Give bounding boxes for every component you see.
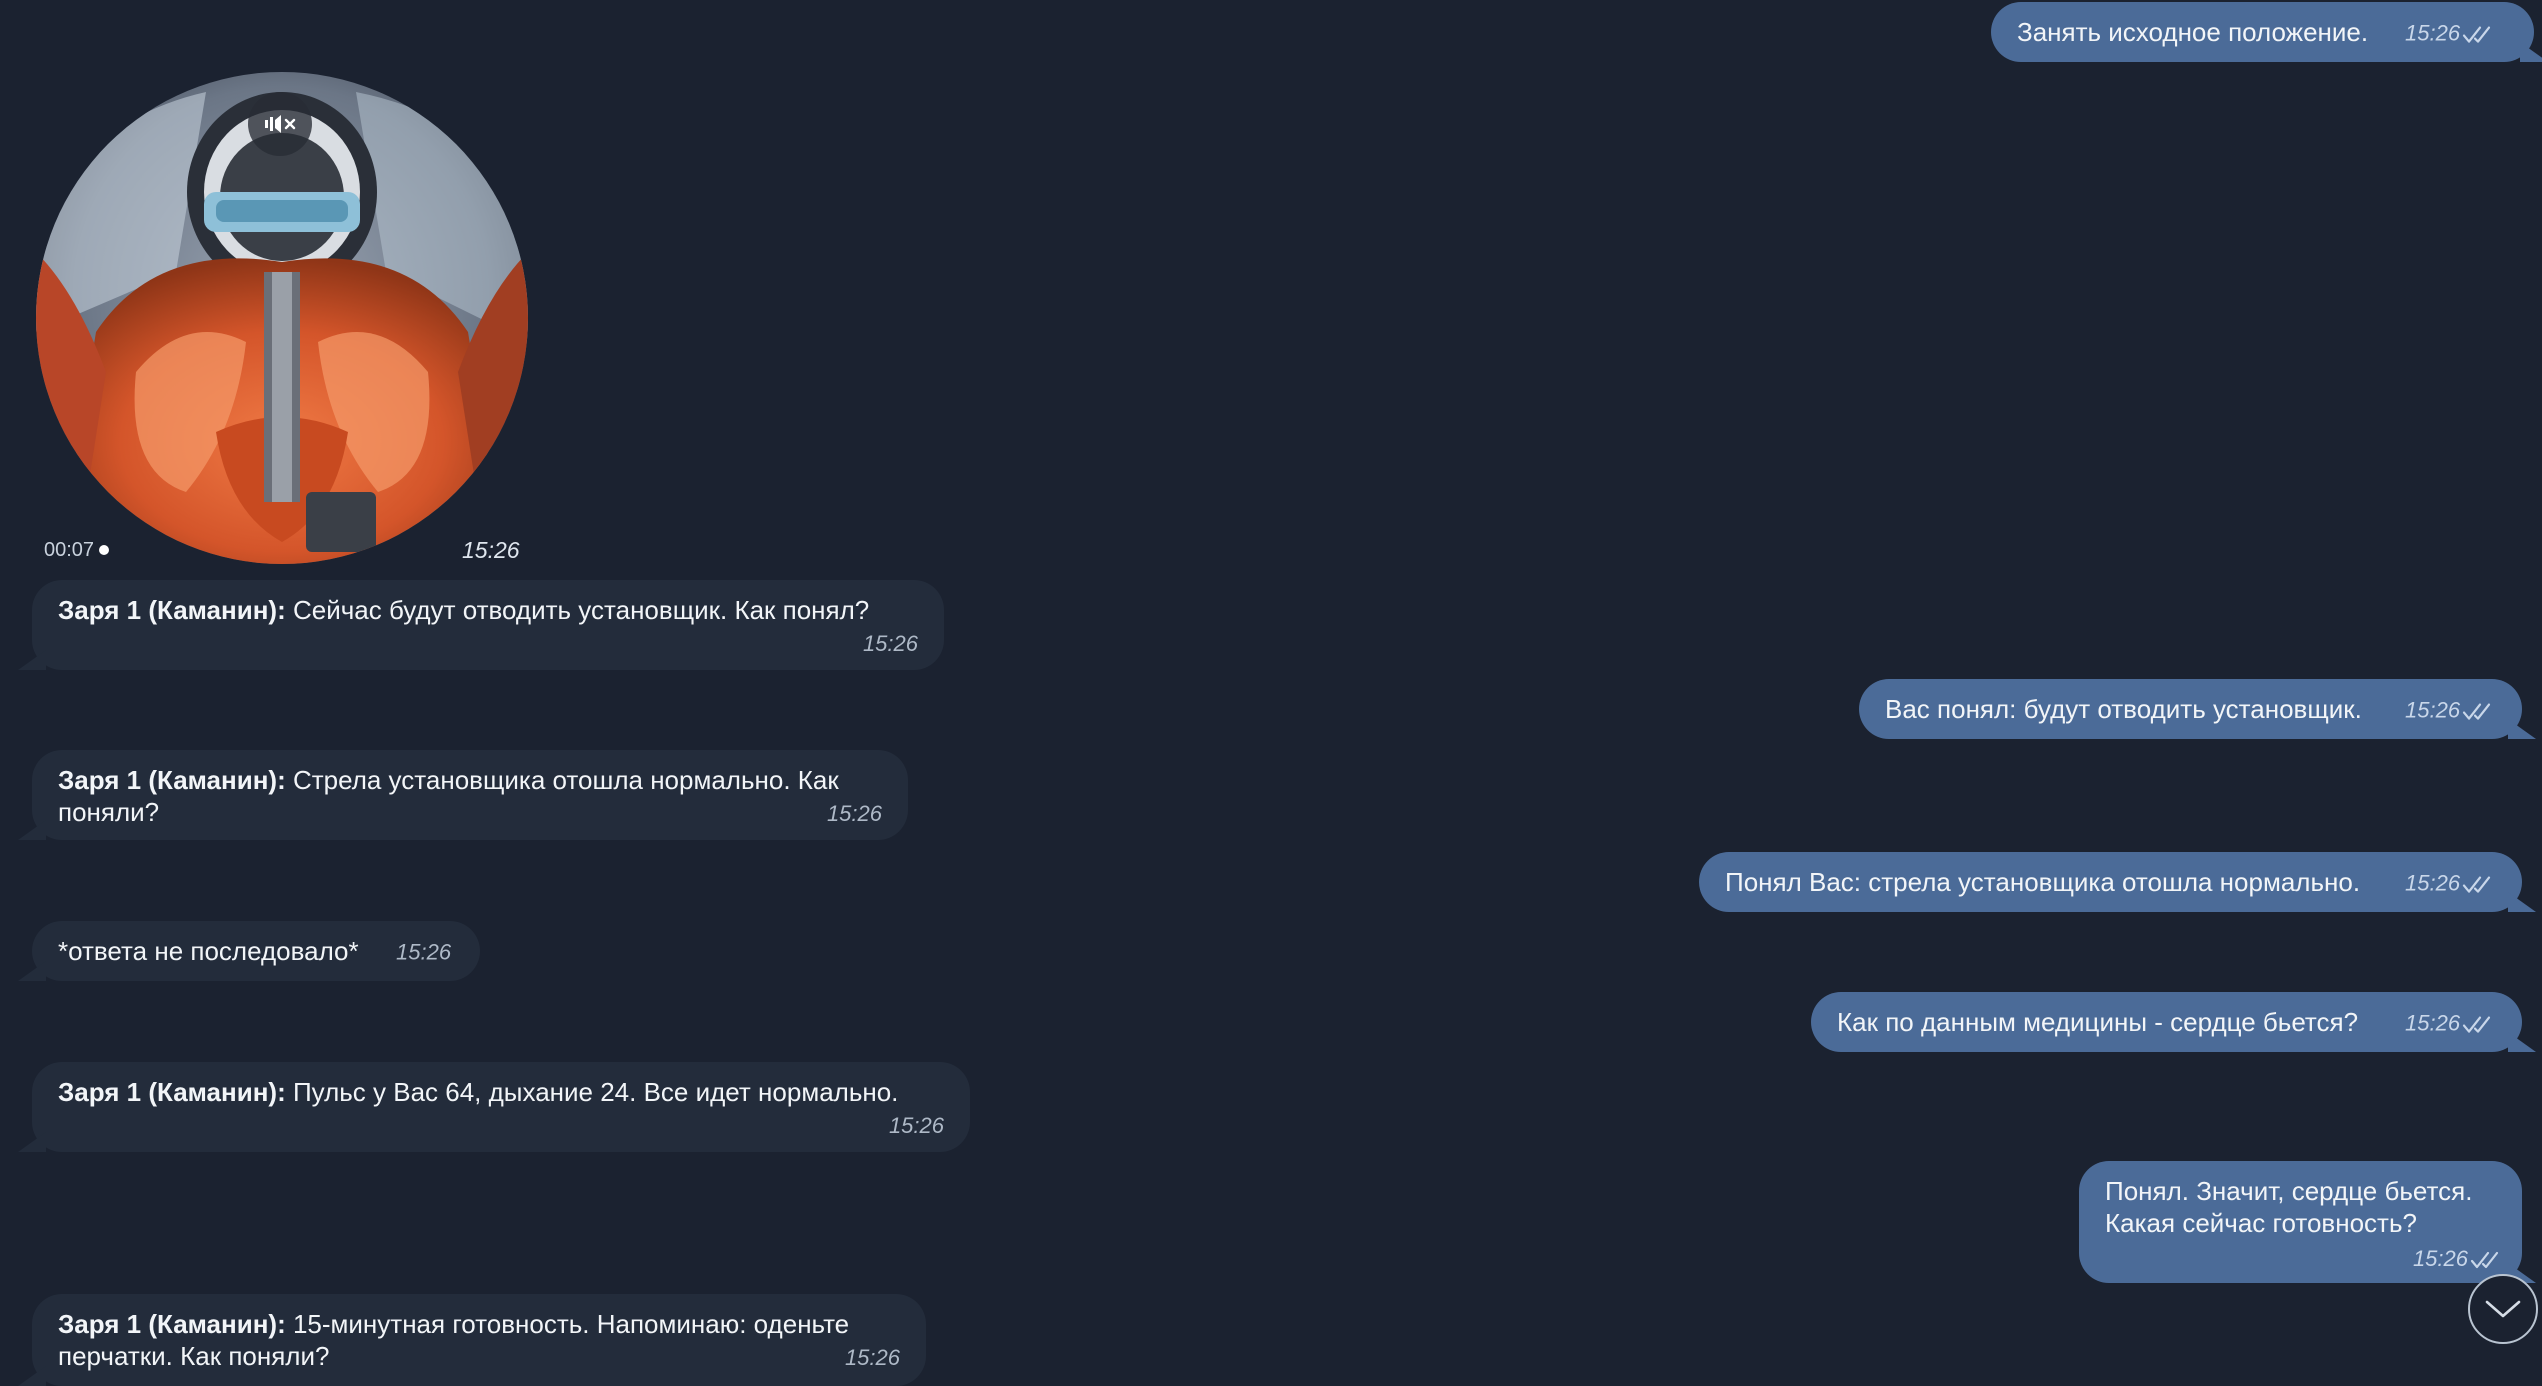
bubble-tail — [2508, 719, 2536, 739]
sender-name: Заря 1 (Каманин): — [58, 595, 286, 625]
double-check-icon — [2470, 1252, 2499, 1269]
double-check-icon — [2462, 26, 2491, 43]
message-text: Понял Вас: стрела установщика отошла нор… — [1725, 867, 2361, 897]
message-time: 15:26 — [2413, 1243, 2500, 1275]
message-time: 15:26 — [826, 801, 882, 826]
scroll-to-bottom-button[interactable] — [2468, 1274, 2538, 1344]
message-text: Заря 1 (Каманин): 15-минутная готовность… — [58, 1309, 850, 1371]
message-text: *ответа не последовало* — [58, 936, 359, 966]
speaker-muted-icon — [265, 115, 296, 133]
bubble-tail — [18, 1366, 46, 1386]
message-text: Заря 1 (Каманин): Пульс у Вас 64, дыхани… — [58, 1077, 899, 1107]
video-time: 15:26 — [462, 537, 520, 563]
message-incoming[interactable]: Заря 1 (Каманин): Сейчас будут отводить … — [18, 580, 944, 670]
message-outgoing[interactable]: Вас понял: будут отводить установщик. 15… — [1859, 679, 2536, 739]
sender-name: Заря 1 (Каманин): — [58, 765, 286, 795]
bubble-tail — [2508, 1032, 2536, 1052]
bubble-tail — [18, 961, 46, 981]
message-time: 15:26 — [844, 1345, 900, 1370]
double-check-icon — [2462, 703, 2491, 720]
message-text: Как по данным медицины - сердце бьется? — [1837, 1007, 2359, 1037]
bubble-tail — [18, 650, 46, 670]
mute-toggle[interactable] — [248, 92, 312, 156]
message-incoming[interactable]: *ответа не последовало* 15:26 — [18, 921, 480, 981]
sender-name: Заря 1 (Каманин): — [58, 1077, 286, 1107]
chat-history[interactable]: Занять исходное положение. 15:26 00:07 1… — [0, 0, 2542, 1386]
message-incoming[interactable]: Заря 1 (Каманин): 15-минутная готовность… — [18, 1294, 926, 1386]
message-time: 15:26 — [396, 939, 452, 965]
message-text: Заря 1 (Каманин): Сейчас будут отводить … — [58, 595, 870, 625]
message-incoming[interactable]: Заря 1 (Каманин): Пульс у Вас 64, дыхани… — [18, 1062, 970, 1152]
message-time: 15:26 — [2405, 18, 2492, 50]
chevron-down-icon — [2485, 1300, 2521, 1318]
message-time: 15:26 — [862, 631, 918, 656]
bubble-tail — [2520, 42, 2542, 62]
message-time: 15:26 — [2405, 1008, 2492, 1040]
message-text: Заря 1 (Каманин): Стрела установщика ото… — [58, 765, 839, 827]
message-text: Вас понял: будут отводить установщик. — [1885, 694, 2362, 724]
double-check-icon — [2462, 876, 2491, 893]
message-outgoing[interactable]: Понял. Значит, сердце бьется. Какая сейч… — [2079, 1161, 2536, 1283]
bubble-tail — [18, 820, 46, 840]
message-incoming[interactable]: Заря 1 (Каманин): Стрела установщика ото… — [18, 750, 908, 840]
bubble-tail — [18, 1132, 46, 1152]
message-text: Понял. Значит, сердце бьется. Какая сейч… — [2105, 1176, 2473, 1238]
double-check-icon — [2462, 1016, 2491, 1033]
sender-name: Заря 1 (Каманин): — [58, 1309, 286, 1339]
video-duration: 00:07 — [44, 539, 110, 562]
message-time: 15:26 — [2405, 868, 2492, 900]
message-outgoing[interactable]: Как по данным медицины - сердце бьется? … — [1811, 992, 2536, 1052]
message-outgoing[interactable]: Занять исходное положение. 15:26 — [1991, 2, 2542, 62]
unread-dot — [99, 544, 110, 555]
bubble-tail — [2508, 892, 2536, 912]
message-outgoing[interactable]: Понял Вас: стрела установщика отошла нор… — [1699, 852, 2536, 912]
message-time: 15:26 — [2405, 695, 2492, 727]
message-text: Занять исходное положение. — [2017, 17, 2369, 47]
message-time: 15:26 — [888, 1113, 944, 1138]
